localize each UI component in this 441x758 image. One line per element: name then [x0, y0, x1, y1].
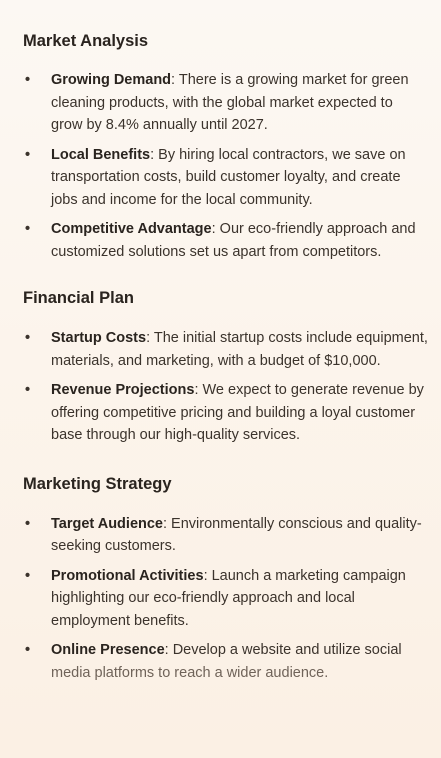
section-financial-plan: Financial Plan • Startup Costs: The init… [23, 287, 428, 447]
list-item: • Growing Demand: There is a growing mar… [23, 69, 428, 137]
item-term: Promotional Activities [51, 567, 204, 584]
bullet-icon: • [25, 221, 31, 237]
item-term: Target Audience [51, 515, 163, 532]
item-term: Revenue Projections [51, 382, 195, 398]
bullet-icon: • [25, 515, 31, 532]
bullet-icon: • [25, 642, 31, 658]
item-term: Startup Costs [51, 330, 147, 346]
section-heading: Market Analysis [23, 32, 149, 50]
item-term: Local Benefits [51, 146, 151, 163]
bullet-list: • Startup Costs: The initial startup cos… [23, 327, 428, 447]
bullet-list: • Growing Demand: There is a growing mar… [23, 69, 428, 263]
bullet-icon: • [25, 330, 31, 346]
item-text-faded: media platforms to reach a wider audienc… [51, 664, 329, 681]
bullet-icon: • [25, 567, 31, 584]
list-item: • Competitive Advantage: Our eco-friendl… [23, 218, 428, 263]
bullet-icon: • [25, 146, 31, 163]
section-heading: Financial Plan [23, 289, 134, 307]
section-marketing-strategy: Marketing Strategy • Target Audience: En… [23, 473, 428, 685]
bullet-list: • Target Audience: Environmentally consc… [23, 513, 428, 685]
list-item: • Local Benefits: By hiring local contra… [23, 144, 428, 212]
list-item: • Startup Costs: The initial startup cos… [23, 327, 428, 372]
list-item: • Promotional Activities: Launch a marke… [23, 565, 428, 633]
bullet-icon: • [25, 382, 31, 398]
bullet-icon: • [25, 72, 31, 88]
document-body: Market Analysis • Growing Demand: There … [23, 30, 428, 684]
section-market-analysis: Market Analysis • Growing Demand: There … [23, 30, 428, 263]
item-term: Growing Demand [51, 72, 172, 88]
list-item: • Online Presence: Develop a website and… [23, 639, 428, 684]
section-heading: Marketing Strategy [23, 474, 172, 493]
item-term: Competitive Advantage [51, 221, 212, 237]
list-item: • Target Audience: Environmentally consc… [23, 513, 428, 558]
list-item: • Revenue Projections: We expect to gene… [23, 379, 428, 447]
item-term: Online Presence [51, 642, 165, 658]
item-text: : Develop a website and utilize social [164, 642, 402, 658]
